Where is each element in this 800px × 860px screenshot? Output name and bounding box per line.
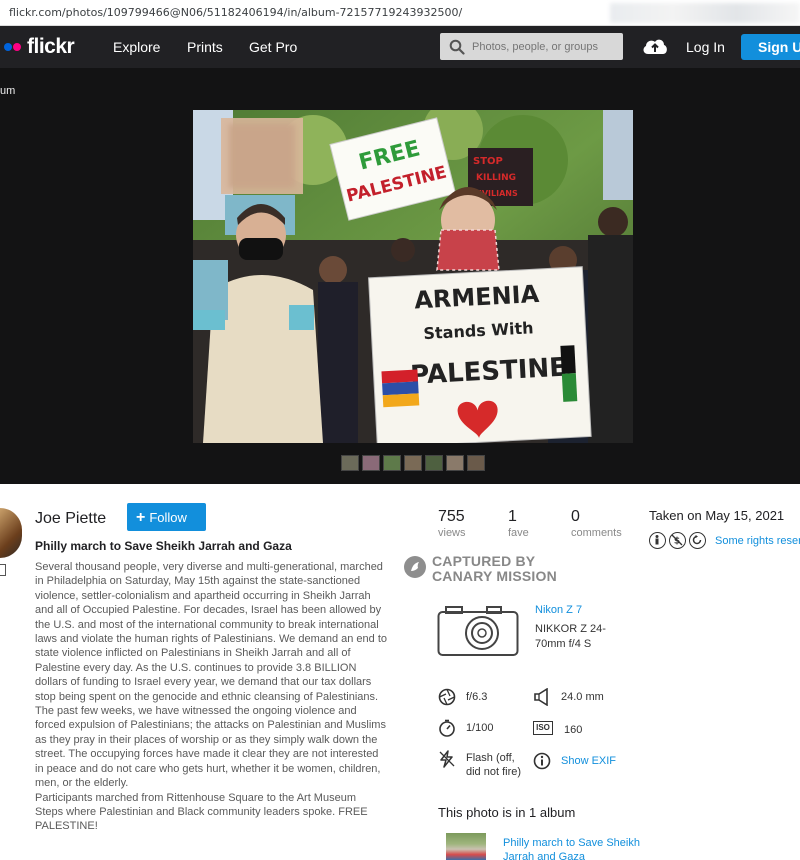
iso-icon: ISO (533, 721, 553, 735)
focal-length-value: 24.0 mm (561, 691, 604, 703)
filmstrip-thumbnail[interactable] (404, 455, 422, 471)
views-label: views (438, 527, 466, 539)
rights-link[interactable]: Some rights reserved (715, 535, 800, 547)
canary-bird-icon (404, 556, 426, 578)
blurred-toolbar-region (610, 3, 800, 23)
back-sign-line-1: STOP (473, 156, 503, 167)
plus-icon: + (136, 509, 146, 526)
shutter-speed-value: 1/100 (466, 722, 494, 734)
flash-icon (439, 750, 455, 768)
top-navigation: flickr Explore Prints Get Pro Log In Sig… (0, 26, 800, 68)
cc-nc-icon: $ (669, 532, 686, 549)
cc-by-icon (649, 532, 666, 549)
filmstrip-thumbnail[interactable] (341, 455, 359, 471)
author-name[interactable]: Joe Piette (35, 510, 106, 528)
iso-value: 160 (564, 724, 583, 736)
search-box[interactable] (440, 33, 623, 60)
watermark-line-1: CAPTURED BY (432, 553, 536, 569)
logo-pink-dot (13, 43, 21, 51)
search-icon (449, 39, 465, 55)
shutter-speed-icon (439, 719, 455, 737)
filmstrip-thumbnail[interactable] (362, 455, 380, 471)
album-thumbnail[interactable] (446, 833, 486, 860)
flash-value: Flash (off, did not fire) (466, 752, 522, 778)
follow-button[interactable]: + Follow (127, 503, 206, 531)
canary-mission-watermark: CAPTURED BY CANARY MISSION (404, 554, 557, 584)
photo-stage: um FREE PALESTINE STOP KILLING CIVILIANS… (0, 68, 800, 484)
url-text[interactable]: flickr.com/photos/109799466@N06/51182406… (9, 6, 462, 19)
search-input[interactable] (472, 37, 617, 56)
show-exif-link[interactable]: Show EXIF (561, 754, 616, 768)
signup-button[interactable]: Sign Up (741, 34, 800, 60)
nav-link-get-pro[interactable]: Get Pro (249, 39, 297, 55)
comments-label: comments (571, 527, 622, 539)
description-paragraph: Several thousand people, very diverse an… (35, 561, 388, 703)
cc-sa-icon (689, 532, 706, 549)
filmstrip-thumbnail[interactable] (446, 455, 464, 471)
focal-length-icon (534, 688, 548, 706)
lens-name: NIKKOR Z 24-70mm f/4 S (535, 623, 606, 650)
follow-label: Follow (149, 510, 187, 525)
album-heading: This photo is in 1 album (438, 805, 576, 820)
logo-wordmark: flickr (27, 35, 75, 58)
aperture-value: f/6.3 (466, 691, 488, 703)
back-sign-line-2: KILLING (476, 173, 516, 183)
filmstrip (341, 455, 485, 471)
flickr-logo[interactable]: flickr (4, 35, 75, 58)
stat-faves[interactable]: 1 fave (508, 508, 529, 539)
logo-blue-dot (4, 43, 12, 51)
nav-link-explore[interactable]: Explore (113, 39, 160, 55)
description-paragraph: The past few weeks, we have witnessed th… (35, 705, 386, 790)
aperture-icon (438, 688, 456, 706)
views-count: 755 (438, 508, 465, 525)
login-link[interactable]: Log In (686, 39, 725, 55)
filmstrip-thumbnail[interactable] (383, 455, 401, 471)
comments-count: 0 (571, 508, 580, 525)
stat-views: 755 views (438, 508, 466, 539)
faves-count: 1 (508, 508, 517, 525)
camera-icon (437, 606, 519, 656)
protest-photo-illustration: FREE PALESTINE STOP KILLING CIVILIANS AR… (193, 110, 633, 443)
browser-url-bar[interactable]: flickr.com/photos/109799466@N06/51182406… (0, 0, 800, 26)
license-info[interactable]: $ Some rights reserved (649, 532, 800, 549)
photo-description: Several thousand people, very diverse an… (35, 560, 387, 834)
avatar[interactable] (0, 508, 22, 558)
stat-comments[interactable]: 0 comments (571, 508, 622, 539)
info-icon[interactable] (533, 752, 551, 770)
watermark-line-2: CANARY MISSION (432, 568, 557, 584)
photo-title: Philly march to Save Sheikh Jarrah and G… (35, 539, 292, 553)
camera-model-link[interactable]: Nikon Z 7 (535, 604, 582, 616)
cloud-upload-icon[interactable] (642, 36, 668, 56)
taken-date[interactable]: Taken on May 15, 2021 (649, 508, 784, 523)
faves-label: fave (508, 527, 529, 539)
nav-link-prints[interactable]: Prints (187, 39, 223, 55)
album-title-link[interactable]: Philly march to Save Sheikh Jarrah and G… (503, 836, 643, 860)
main-photo[interactable]: FREE PALESTINE STOP KILLING CIVILIANS AR… (193, 110, 633, 443)
filmstrip-thumbnail[interactable] (425, 455, 443, 471)
description-paragraph: Participants marched from Rittenhouse Sq… (35, 791, 368, 833)
filmstrip-thumbnail[interactable] (467, 455, 485, 471)
breadcrumb-fragment[interactable]: um (0, 85, 15, 97)
edge-icon (0, 564, 6, 576)
